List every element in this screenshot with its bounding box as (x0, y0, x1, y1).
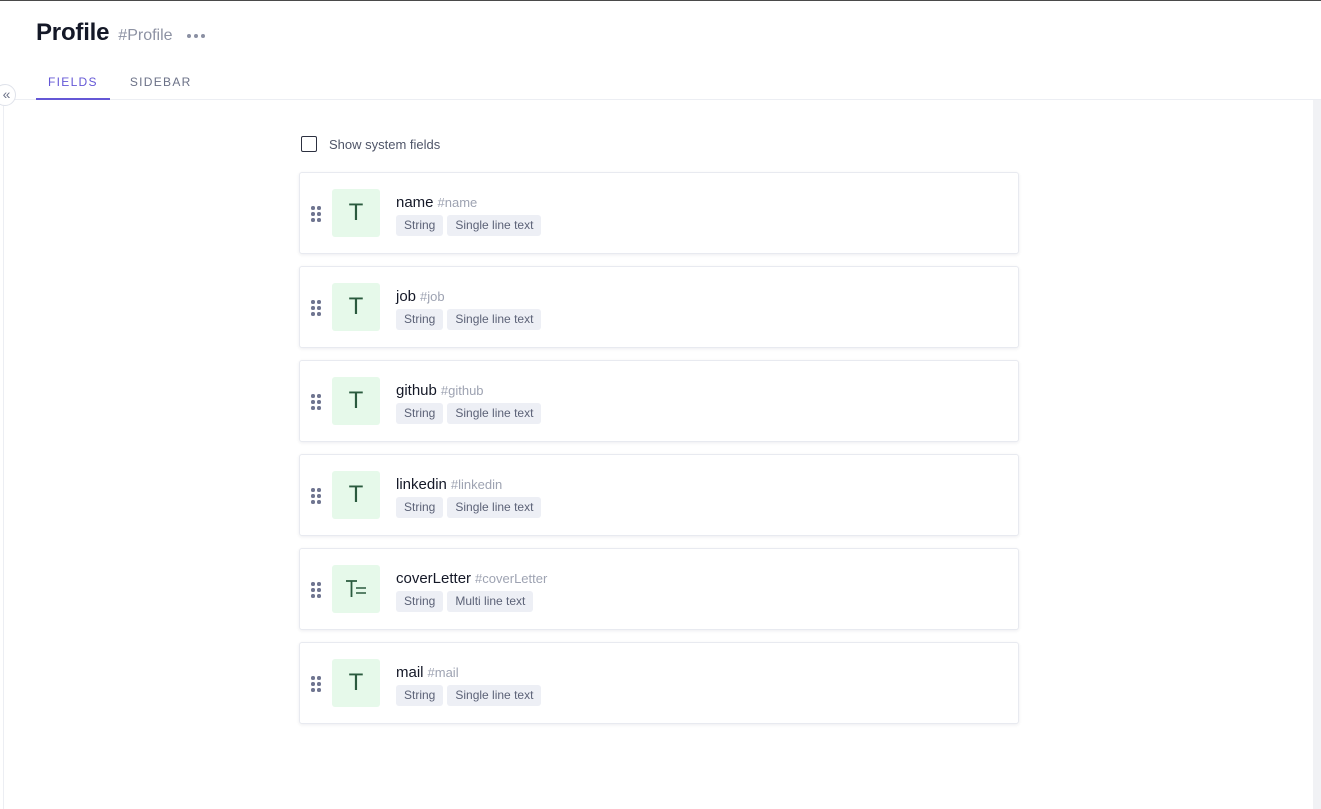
show-system-fields-toggle[interactable]: Show system fields (301, 136, 440, 152)
field-type-tag: String (396, 497, 444, 518)
multiline-text-icon (332, 565, 380, 613)
page-title-hash: #Profile (118, 27, 173, 44)
show-system-fields-label: Show system fields (329, 136, 441, 152)
drag-handle-icon[interactable] (311, 676, 321, 692)
field-type-tag: String (396, 685, 444, 706)
field-card-linkedin[interactable]: T linkedin #linkedin String Single line … (299, 454, 1019, 536)
drag-handle-icon[interactable] (311, 488, 321, 504)
field-hash: #name (437, 195, 478, 210)
field-card-name[interactable]: T name #name String Single line text (299, 172, 1019, 254)
field-card-job[interactable]: T job #job String Single line text (299, 266, 1019, 348)
field-name: linkedin (396, 476, 447, 493)
drag-handle-icon[interactable] (311, 206, 321, 222)
field-card-coverletter[interactable]: coverLetter #coverLetter String Multi li… (299, 548, 1019, 630)
collapse-sidebar-icon[interactable]: « (0, 84, 16, 106)
tab-sidebar[interactable]: SIDEBAR (118, 75, 204, 100)
field-hash: #coverLetter (475, 571, 548, 586)
left-divider (3, 100, 4, 809)
field-type-tag: String (396, 403, 444, 424)
field-editor-tag: Multi line text (447, 591, 534, 612)
field-type-tag: String (396, 591, 444, 612)
show-system-fields-checkbox[interactable] (301, 136, 317, 152)
text-icon: T (332, 471, 380, 519)
drag-handle-icon[interactable] (311, 300, 321, 316)
field-name: job (396, 288, 417, 305)
text-icon: T (332, 659, 380, 707)
field-type-tag: String (396, 215, 444, 236)
field-hash: #mail (427, 665, 459, 680)
field-type-tag: String (396, 309, 444, 330)
field-name: mail (396, 664, 424, 681)
scrollbar[interactable] (1313, 100, 1321, 809)
tab-bar: FIELDS SIDEBAR (36, 75, 204, 100)
drag-handle-icon[interactable] (311, 394, 321, 410)
field-editor-tag: Single line text (447, 497, 542, 518)
text-icon: T (332, 377, 380, 425)
field-hash: #github (440, 383, 484, 398)
field-hash: #job (420, 289, 445, 304)
page-title: Profile (36, 19, 110, 46)
text-icon: T (332, 189, 380, 237)
field-editor-tag: Single line text (447, 685, 542, 706)
field-name: coverLetter (396, 570, 472, 587)
page-header: Profile #Profile FIELDS SIDEBAR (0, 1, 1321, 100)
text-icon: T (332, 283, 380, 331)
field-hash: #linkedin (450, 477, 503, 492)
field-list: T name #name String Single line text T j… (299, 172, 1019, 736)
field-name: github (396, 382, 437, 399)
field-card-mail[interactable]: T mail #mail String Single line text (299, 642, 1019, 724)
field-editor-tag: Single line text (447, 403, 542, 424)
drag-handle-icon[interactable] (311, 582, 321, 598)
field-card-github[interactable]: T github #github String Single line text (299, 360, 1019, 442)
title-row: Profile #Profile (36, 19, 205, 47)
field-name: name (396, 194, 434, 211)
field-editor-tag: Single line text (447, 215, 542, 236)
more-options-icon[interactable] (186, 34, 205, 38)
tab-fields[interactable]: FIELDS (36, 75, 110, 100)
field-editor-tag: Single line text (447, 309, 542, 330)
